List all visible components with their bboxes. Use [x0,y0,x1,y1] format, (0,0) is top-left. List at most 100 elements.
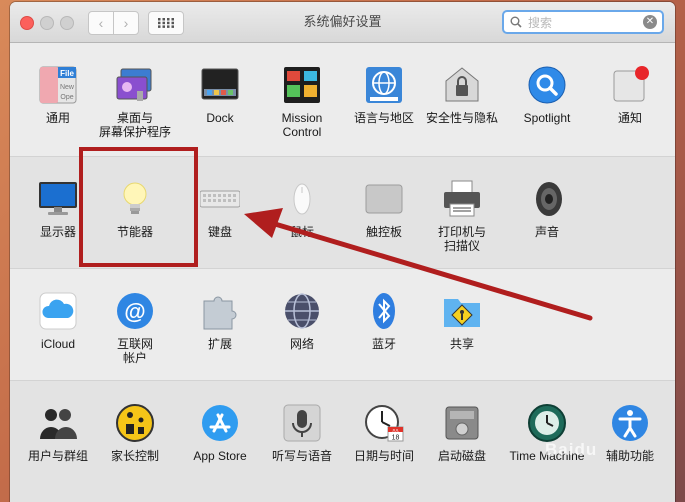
pane-label: Spotlight [523,111,571,125]
pane-internet-accounts[interactable]: @ 互联网 帐户 [95,269,175,379]
pane-label: 互联网 帐户 [116,337,153,365]
pane-label: Dock [206,111,234,125]
title-bar: ‹ › 系统偏好设置 ✕ [10,2,675,43]
pane-dictation-speech[interactable]: 听写与语音 [262,381,342,491]
clear-search-icon[interactable]: ✕ [643,15,657,29]
pane-time-machine[interactable]: Time Machine [507,381,587,491]
pane-label: 辅助功能 [605,449,654,463]
pane-label: 启动磁盘 [437,449,486,463]
accessibility-icon [610,403,650,443]
forward-button[interactable]: › [113,11,139,35]
pane-label: 鼠标 [289,225,314,239]
search-icon [510,16,522,28]
icloud-icon [38,291,78,331]
internet-accounts-icon: @ [115,291,155,331]
pane-date-time[interactable]: JUL 18 日期与时间 [344,381,424,491]
displays-icon [38,179,78,219]
preferences-row-personal: File New Ope 通用 桌面与 屏幕保护程序 Dock Mission Contro… [10,43,675,155]
pane-accessibility[interactable]: 辅助功能 [590,381,670,491]
preferences-row-internet: iCloud @ 互联网 帐户 扩展 网络 蓝牙共享 [10,268,675,381]
parental-controls-icon [115,403,155,443]
general-icon: File New Ope [38,65,78,105]
sharing-icon [442,291,482,331]
notifications-icon [610,65,650,105]
dock-icon [200,65,240,105]
pane-parental-controls[interactable]: 家长控制 [95,381,175,491]
svg-text:18: 18 [392,435,400,442]
pane-label: 键盘 [207,225,232,239]
bluetooth-icon [364,291,404,331]
pane-keyboard[interactable]: 键盘 [180,157,260,267]
pane-label: 网络 [289,337,314,351]
pane-label: 扩展 [207,337,232,351]
trackpad-icon [364,179,404,219]
preferences-row-system: 用户与群组 家长控制 App Store 听写与语音 JUL 18 日期与时间 启动磁盘 Tim… [10,380,675,502]
pane-label: 共享 [449,337,474,351]
pane-security-privacy[interactable]: 安全性与隐私 [422,43,502,153]
pane-label: 打印机与 扫描仪 [437,225,486,253]
chevron-left-icon: ‹ [98,15,104,31]
pane-label: Time Machine [509,449,585,463]
spotlight-icon [527,65,567,105]
pane-label: 安全性与隐私 [425,111,498,125]
pane-desktop-screensaver[interactable]: 桌面与 屏幕保护程序 [95,43,175,153]
pane-notifications[interactable]: 通知 [590,43,670,153]
pane-printers-scanners[interactable]: 打印机与 扫描仪 [422,157,502,267]
pane-energy-saver[interactable]: 节能器 [95,157,175,267]
pane-label: 家长控制 [110,449,159,463]
pane-extensions[interactable]: 扩展 [180,269,260,379]
extensions-icon [200,291,240,331]
svg-text:New: New [60,84,75,91]
pane-label: App Store [193,449,247,463]
close-window-button[interactable] [20,16,34,30]
app-store-icon [200,403,240,443]
mission-control-icon [282,65,322,105]
language-region-icon [364,65,404,105]
svg-text:@: @ [124,299,145,324]
pane-trackpad[interactable]: 触控板 [344,157,424,267]
search-input[interactable] [526,14,640,32]
pane-general[interactable]: File New Ope 通用 [18,43,98,153]
time-machine-icon [527,403,567,443]
svg-text:File: File [60,69,74,78]
pane-label: 通知 [617,111,642,125]
pane-network[interactable]: 网络 [262,269,342,379]
pane-bluetooth[interactable]: 蓝牙 [344,269,424,379]
pane-users-groups[interactable]: 用户与群组 [18,381,98,491]
pane-label: 节能器 [116,225,153,239]
sound-icon [527,179,567,219]
energy-saver-icon [115,179,155,219]
printers-scanners-icon [442,179,482,219]
security-privacy-icon [442,65,482,105]
zoom-window-button[interactable] [60,16,74,30]
users-groups-icon [38,403,78,443]
desktop-screensaver-icon [115,65,155,105]
show-all-button[interactable] [148,11,184,35]
startup-disk-icon [442,403,482,443]
pane-icloud[interactable]: iCloud [18,269,98,379]
pane-mouse[interactable]: 鼠标 [262,157,342,267]
svg-text:Ope: Ope [60,94,73,101]
pane-dock[interactable]: Dock [180,43,260,153]
mouse-icon [282,179,322,219]
keyboard-icon [199,179,241,219]
pane-spotlight[interactable]: Spotlight [507,43,587,153]
date-time-icon: JUL 18 [364,403,404,443]
pane-app-store[interactable]: App Store [180,381,260,491]
minimize-window-button[interactable] [40,16,54,30]
pane-mission-control[interactable]: Mission Control [262,43,342,153]
pane-sound[interactable]: 声音 [507,157,587,267]
pane-sharing[interactable]: 共享 [422,269,502,379]
pane-startup-disk[interactable]: 启动磁盘 [422,381,502,491]
back-button[interactable]: ‹ [88,11,114,35]
grid-icon [158,18,174,28]
pane-label: 桌面与 屏幕保护程序 [98,111,171,139]
dictation-speech-icon [282,403,322,443]
system-preferences-window: ‹ › 系统偏好设置 ✕ FileNewOpe通用桌面与 屏幕保护程序DockM… [10,2,675,502]
network-icon [282,291,322,331]
pane-language-region[interactable]: 语言与地区 [344,43,424,153]
svg-text:JUL: JUL [392,428,400,433]
pane-label: 听写与语音 [271,449,332,463]
search-field[interactable]: ✕ [502,10,664,34]
pane-displays[interactable]: 显示器 [18,157,98,267]
